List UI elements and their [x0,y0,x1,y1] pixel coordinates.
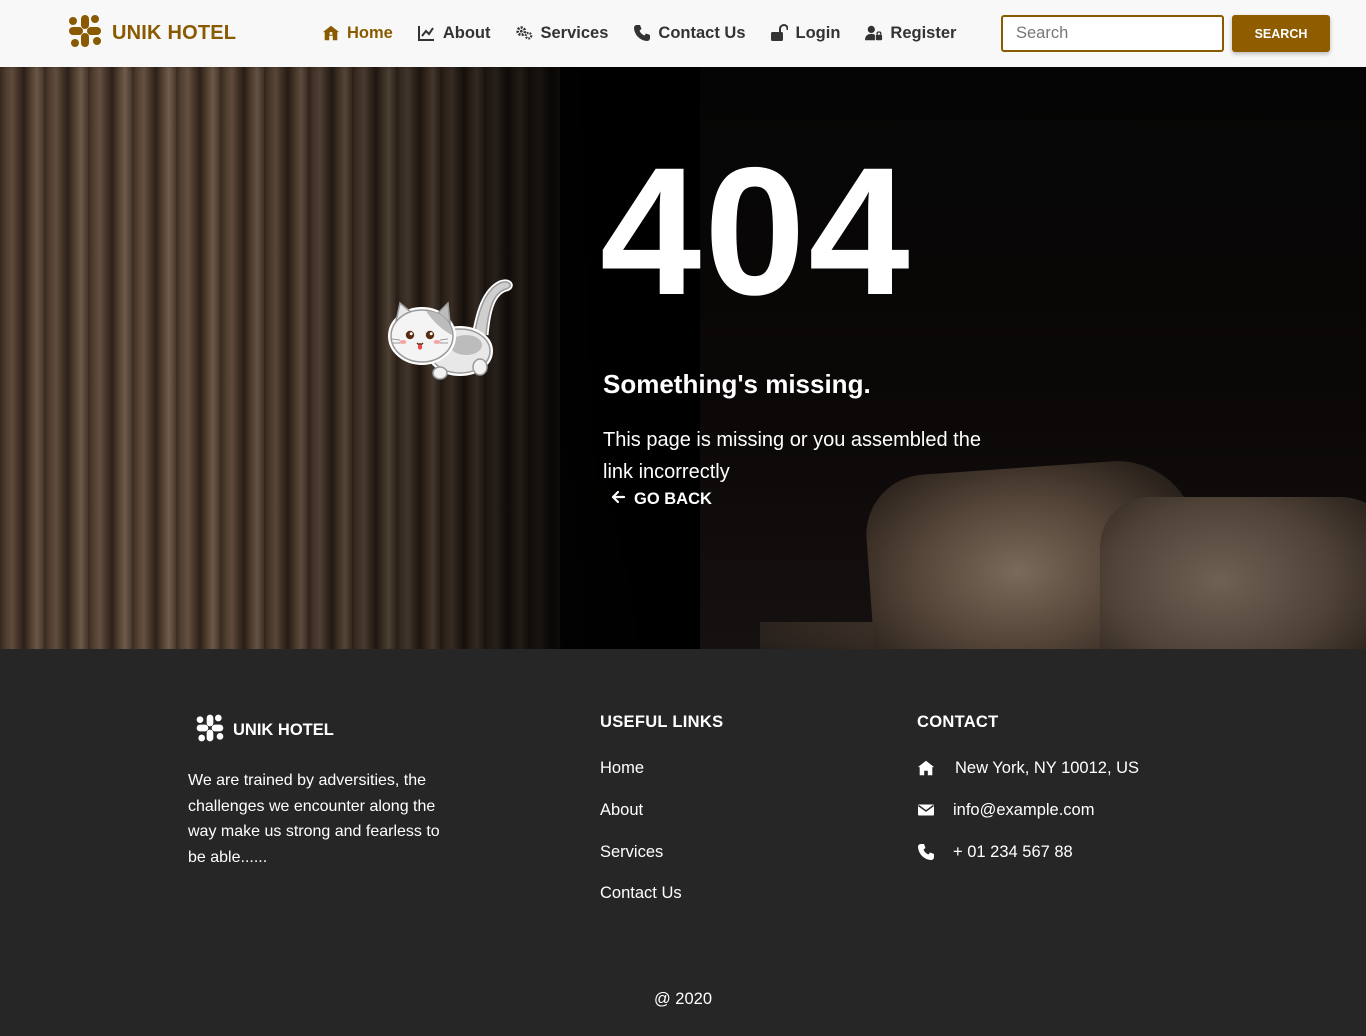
home-icon [321,24,340,42]
footer-link-services[interactable]: Services [600,843,663,861]
main-nav: Home About Services Contact Us Login Reg… [321,22,980,44]
footer-link-home[interactable]: Home [600,759,644,777]
nav-item-services[interactable]: Services [515,22,609,44]
footer-link-contact[interactable]: Contact Us [600,884,682,902]
error-description: This page is missing or you assembled th… [603,429,981,483]
contact-heading: CONTACT [917,713,999,731]
contact-phone: + 01 234 567 88 [917,843,1139,885]
background-shade [0,67,700,649]
arrow-left-icon [610,489,634,510]
list-item: Services [600,843,682,885]
contact-address: New York, NY 10012, US [917,759,1139,801]
nav-item-label: About [442,23,491,42]
nav-item-register[interactable]: Register [864,22,956,44]
nav-item-label: Home [347,23,393,42]
slack-like-logo-icon [67,13,103,54]
nav-item-label: Contact Us [658,23,746,42]
error-title: Something's missing. [603,369,871,399]
error-code: 404 [600,129,913,333]
list-item: About [600,801,682,843]
footer-brand-name: UNIK HOTEL [233,721,334,739]
envelope-icon [917,801,953,819]
contact-phone-text: + 01 234 567 88 [953,842,1073,861]
useful-links-heading: USEFUL LINKS [600,713,724,731]
nav-item-label: Services [540,23,609,42]
contact-address-text: New York, NY 10012, US [955,759,1140,777]
search-input[interactable] [1001,15,1224,52]
brand-name: UNIK HOTEL [112,21,237,44]
footer-link-about[interactable]: About [600,801,643,819]
list-item: Contact Us [600,884,682,926]
nav-item-about[interactable]: About [417,22,491,44]
go-back-link[interactable]: GO BACK [610,489,712,510]
phone-icon [632,24,651,42]
contact-list: New York, NY 10012, US info@example.com … [917,759,1139,884]
contact-email-text[interactable]: info@example.com [953,801,1094,820]
phone-icon [917,843,953,861]
footer: UNIK HOTEL We are trained by adversities… [0,649,1366,1036]
brand-logo-link[interactable]: UNIK HOTEL [67,13,237,54]
nav-item-home[interactable]: Home [321,22,393,44]
useful-links-list: Home About Services Contact Us [600,759,682,926]
user-lock-icon [864,24,883,42]
nav-item-label: Register [890,23,957,42]
home-icon [917,759,953,777]
search-button[interactable]: SEARCH [1232,15,1330,52]
slack-like-logo-icon [195,713,225,748]
pillow-background [1100,497,1366,649]
contact-email: info@example.com [917,801,1139,843]
unlock-icon [770,24,789,42]
nav-item-login[interactable]: Login [770,22,841,44]
hero-404: 404 Something's missing. This page is mi… [0,67,1366,649]
list-item: Home [600,759,682,801]
nav-item-label: Login [795,23,841,42]
gears-icon [515,24,534,42]
copyright: @ 2020 [653,990,713,1008]
nav-item-contact[interactable]: Contact Us [632,22,746,44]
cat-illustration [388,273,518,385]
navbar: UNIK HOTEL Home About Services Contact U… [0,0,1366,67]
footer-about-text: We are trained by adversities, the chall… [188,772,440,866]
go-back-label: GO BACK [634,490,712,508]
chart-line-icon [417,24,436,42]
footer-brand: UNIK HOTEL [195,713,334,748]
